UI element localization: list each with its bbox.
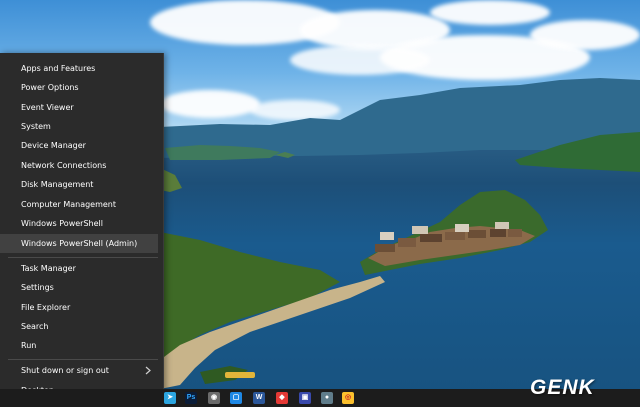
menu-item-search[interactable]: Search	[0, 317, 158, 336]
menu-separator	[8, 257, 158, 258]
menu-item-label: Run	[21, 341, 37, 350]
word-icon[interactable]: W	[253, 392, 265, 404]
menu-item-power-options[interactable]: Power Options	[0, 78, 158, 97]
menu-item-label: Windows PowerShell	[21, 219, 103, 228]
app-icon-1[interactable]: ◉	[208, 392, 220, 404]
chrome-icon[interactable]: ◎	[342, 392, 354, 404]
menu-item-label: Settings	[21, 283, 54, 292]
menu-item-label: Power Options	[21, 83, 79, 92]
quick-link-menu: Apps and Features Power Options Event Vi…	[0, 53, 164, 402]
menu-item-task-manager[interactable]: Task Manager	[0, 259, 158, 278]
menu-item-label: Network Connections	[21, 161, 107, 170]
menu-item-label: Device Manager	[21, 141, 86, 150]
menu-item-label: Search	[21, 322, 49, 331]
photoshop-icon[interactable]: Ps	[185, 392, 197, 404]
app-icon-5[interactable]: ●	[321, 392, 333, 404]
menu-item-device-manager[interactable]: Device Manager	[0, 136, 158, 155]
menu-item-system[interactable]: System	[0, 117, 158, 136]
menu-item-computer-management[interactable]: Computer Management	[0, 195, 158, 214]
menu-item-label: Computer Management	[21, 200, 117, 209]
menu-item-event-viewer[interactable]: Event Viewer	[0, 98, 158, 117]
app-icon-2[interactable]: ▢	[230, 392, 242, 404]
menu-item-label: Task Manager	[21, 264, 76, 273]
genk-watermark-logo: GENK	[530, 376, 595, 399]
menu-item-file-explorer[interactable]: File Explorer	[0, 298, 158, 317]
menu-item-label: Disk Management	[21, 180, 94, 189]
menu-item-settings[interactable]: Settings	[0, 278, 158, 297]
menu-separator	[8, 359, 158, 360]
menu-item-windows-powershell[interactable]: Windows PowerShell	[0, 214, 158, 233]
menu-item-network-connections[interactable]: Network Connections	[0, 156, 158, 175]
app-icon-4[interactable]: ▣	[299, 392, 311, 404]
menu-item-windows-powershell-admin[interactable]: Windows PowerShell (Admin)	[0, 234, 158, 253]
menu-item-label: File Explorer	[21, 303, 71, 312]
menu-item-run[interactable]: Run	[0, 336, 158, 355]
chevron-right-icon	[145, 366, 151, 375]
menu-item-disk-management[interactable]: Disk Management	[0, 175, 158, 194]
telegram-icon[interactable]: ➤	[164, 392, 176, 404]
menu-item-label: Shut down or sign out	[21, 366, 109, 375]
menu-item-label: Apps and Features	[21, 64, 96, 73]
menu-item-label: Event Viewer	[21, 103, 74, 112]
menu-item-label: Windows PowerShell (Admin)	[21, 239, 138, 248]
menu-item-shut-down-or-sign-out[interactable]: Shut down or sign out	[0, 361, 158, 380]
app-icon-3[interactable]: ◆	[276, 392, 288, 404]
menu-item-apps-and-features[interactable]: Apps and Features	[0, 59, 158, 78]
menu-item-label: System	[21, 122, 51, 131]
